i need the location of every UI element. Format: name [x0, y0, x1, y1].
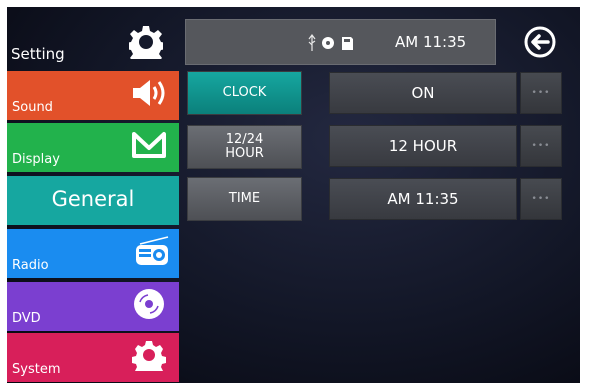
clock-value-button[interactable]: ON	[329, 72, 517, 114]
sidebar-item-label: Display	[12, 152, 60, 167]
more-icon[interactable]: •••	[520, 178, 562, 220]
sidebar-item-label: System	[12, 362, 61, 377]
option-value: 12 HOUR	[388, 137, 458, 155]
sidebar-item-sound[interactable]: Sound	[7, 71, 179, 120]
sidebar-item-label: DVD	[12, 311, 41, 326]
back-arrow-icon[interactable]	[523, 25, 557, 59]
sd-card-icon	[342, 37, 353, 50]
usb-icon	[308, 34, 316, 51]
gear-icon	[129, 26, 163, 59]
sidebar-item-label: General	[51, 187, 135, 211]
status-bar: AM 11:35	[185, 19, 496, 65]
head-unit-screen: Setting Sound Display General Radio DVD …	[7, 7, 580, 383]
disc-status-icon	[322, 37, 334, 49]
option-label: 12/24 HOUR	[225, 132, 264, 161]
radio-icon	[136, 236, 169, 265]
speaker-icon	[133, 80, 165, 106]
disc-icon	[134, 289, 164, 319]
page-title: Setting	[11, 45, 65, 63]
sidebar-item-general[interactable]: General	[7, 176, 179, 225]
more-icon[interactable]: •••	[520, 125, 562, 167]
clock-readout: AM 11:35	[395, 33, 467, 51]
setting-header: Setting	[7, 7, 179, 69]
more-icon[interactable]: •••	[520, 72, 562, 114]
option-value: AM 11:35	[387, 190, 459, 208]
time-value-button[interactable]: AM 11:35	[329, 178, 517, 220]
option-label: CLOCK	[222, 85, 267, 100]
option-value: ON	[411, 84, 435, 102]
hour-format-value-button[interactable]: 12 HOUR	[329, 125, 517, 167]
time-option[interactable]: TIME	[187, 177, 302, 221]
option-label: TIME	[228, 191, 261, 206]
sidebar-item-dvd[interactable]: DVD	[7, 282, 179, 331]
system-gear-icon	[132, 341, 166, 371]
sidebar-item-radio[interactable]: Radio	[7, 229, 179, 278]
clock-option[interactable]: CLOCK	[187, 71, 302, 115]
hour-format-option[interactable]: 12/24 HOUR	[187, 125, 302, 169]
sidebar-item-label: Sound	[12, 100, 53, 115]
sidebar-item-label: Radio	[12, 258, 49, 273]
sidebar-item-system[interactable]: System	[7, 333, 179, 382]
sidebar-item-display[interactable]: Display	[7, 123, 179, 172]
display-icon	[132, 132, 166, 158]
